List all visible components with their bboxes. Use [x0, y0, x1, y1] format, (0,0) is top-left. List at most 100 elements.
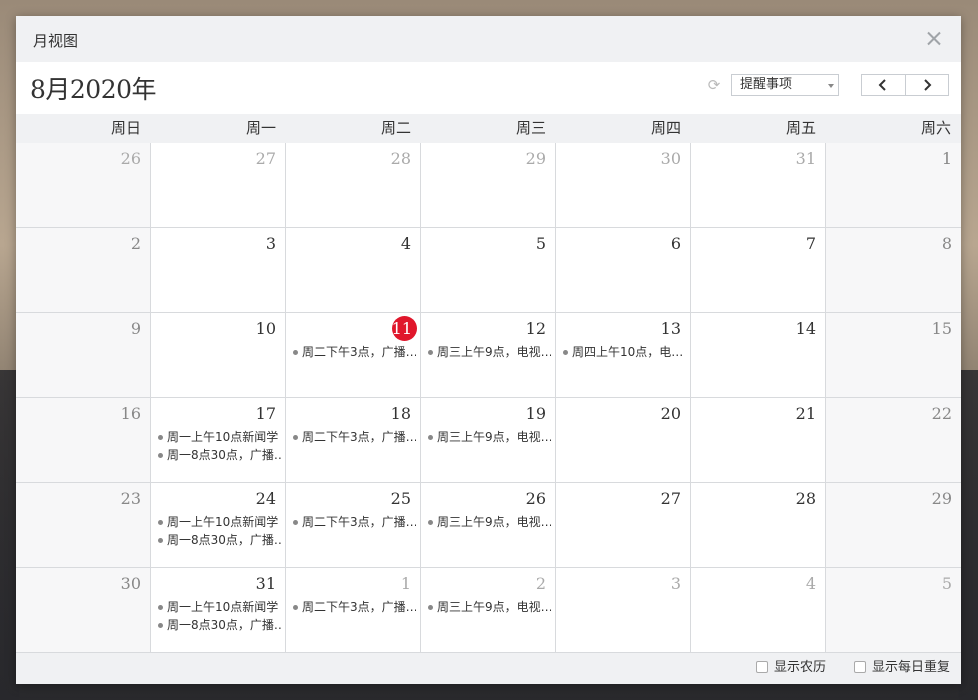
day-cell[interactable]: 29 — [421, 143, 556, 228]
day-cell[interactable]: 3 — [556, 568, 691, 653]
day-cell[interactable]: 11 周二下午3点，广播… — [286, 313, 421, 398]
day-cell[interactable]: 5 — [421, 228, 556, 313]
day-cell[interactable]: 14 — [691, 313, 826, 398]
day-number: 26 — [525, 489, 546, 508]
day-cell[interactable]: 23 — [16, 483, 151, 568]
day-cell[interactable]: 20 — [556, 398, 691, 483]
event-item[interactable]: 周一上午10点新闻学 — [157, 428, 281, 446]
day-cell[interactable]: 30 — [556, 143, 691, 228]
event-item[interactable]: 周二下午3点，广播… — [292, 513, 416, 531]
weekday-label: 周一 — [245, 119, 276, 137]
day-cell[interactable]: 28 — [691, 483, 826, 568]
weekday-label: 周五 — [785, 119, 816, 137]
event-item[interactable]: 周二下午3点，广播… — [292, 343, 416, 361]
day-cell[interactable]: 2 周三上午9点，电视… — [421, 568, 556, 653]
day-cell[interactable]: 12 周三上午9点，电视… — [421, 313, 556, 398]
day-number: 25 — [390, 489, 411, 508]
event-item[interactable]: 周二下午3点，广播… — [292, 598, 416, 616]
day-cell[interactable]: 15 — [826, 313, 961, 398]
day-number: 28 — [795, 489, 816, 508]
month-view-dialog: 月视图 8月2020年 ⟳ 提醒事项 周日 周一 周二 周三 周四 周五 周六 26 27 28… — [16, 16, 961, 684]
day-cell[interactable]: 26 周三上午9点，电视… — [421, 483, 556, 568]
event-item[interactable]: 周三上午9点，电视… — [427, 598, 551, 616]
day-number: 26 — [120, 149, 141, 168]
event-item[interactable]: 周一上午10点新闻学 — [157, 513, 281, 531]
day-cell[interactable]: 7 — [691, 228, 826, 313]
day-cell[interactable]: 13 周四上午10点，电… — [556, 313, 691, 398]
day-number: 3 — [265, 234, 276, 253]
event-item[interactable]: 周二下午3点，广播… — [292, 428, 416, 446]
event-item[interactable]: 周一上午10点新闻学 — [157, 598, 281, 616]
event-item[interactable]: 周三上午9点，电视… — [427, 343, 551, 361]
month-title: 8月2020年 — [30, 75, 157, 104]
day-cell[interactable]: 27 — [151, 143, 286, 228]
day-cell[interactable]: 5 — [826, 568, 961, 653]
day-cell[interactable]: 30 — [16, 568, 151, 653]
day-number: 31 — [255, 574, 276, 593]
month-grid: 26 27 28 29 30 31 1 2 3 4 5 6 7 8 9 10 11 周二下午3点，广播… 12 周三上… — [16, 143, 961, 653]
day-number: 19 — [525, 404, 546, 423]
event-list: 周二下午3点，广播… — [292, 598, 416, 616]
day-cell[interactable]: 26 — [16, 143, 151, 228]
day-cell[interactable]: 21 — [691, 398, 826, 483]
day-cell[interactable]: 19 周三上午9点，电视… — [421, 398, 556, 483]
event-list: 周四上午10点，电… — [562, 343, 686, 361]
day-cell[interactable]: 31 周一上午10点新闻学 周一8点30点，广播… — [151, 568, 286, 653]
day-cell[interactable]: 24 周一上午10点新闻学 周一8点30点，广播… — [151, 483, 286, 568]
day-number: 27 — [660, 489, 681, 508]
event-item[interactable]: 周一8点30点，广播… — [157, 616, 281, 634]
day-cell[interactable]: 8 — [826, 228, 961, 313]
event-list: 周三上午9点，电视… — [427, 513, 551, 531]
day-cell[interactable]: 17 周一上午10点新闻学 周一8点30点，广播… — [151, 398, 286, 483]
refresh-icon[interactable]: ⟳ — [706, 77, 722, 93]
day-cell[interactable]: 1 周二下午3点，广播… — [286, 568, 421, 653]
day-number: 28 — [390, 149, 411, 168]
day-cell[interactable]: 9 — [16, 313, 151, 398]
day-cell[interactable]: 31 — [691, 143, 826, 228]
day-number: 9 — [130, 319, 141, 338]
next-month-button[interactable] — [906, 75, 949, 95]
chevron-down-icon — [828, 84, 834, 88]
day-number: 3 — [670, 574, 681, 593]
day-cell[interactable]: 22 — [826, 398, 961, 483]
event-item[interactable]: 周一8点30点，广播… — [157, 446, 281, 464]
day-cell[interactable]: 3 — [151, 228, 286, 313]
day-number: 7 — [805, 234, 816, 253]
day-cell[interactable]: 2 — [16, 228, 151, 313]
day-cell[interactable]: 4 — [691, 568, 826, 653]
day-cell[interactable]: 4 — [286, 228, 421, 313]
day-number: 15 — [931, 319, 952, 338]
day-number: 30 — [120, 574, 141, 593]
weekday-label: 周三 — [515, 119, 546, 137]
event-item[interactable]: 周四上午10点，电… — [562, 343, 686, 361]
day-number: 24 — [255, 489, 276, 508]
day-cell[interactable]: 10 — [151, 313, 286, 398]
event-item[interactable]: 周三上午9点，电视… — [427, 428, 551, 446]
day-number: 5 — [535, 234, 546, 253]
dialog-title: 月视图 — [33, 32, 79, 50]
day-cell[interactable]: 16 — [16, 398, 151, 483]
checkbox-box[interactable] — [756, 661, 768, 673]
event-list: 周三上午9点，电视… — [427, 598, 551, 616]
calendar-header: 8月2020年 ⟳ 提醒事项 — [16, 62, 961, 114]
checkbox-box[interactable] — [854, 661, 866, 673]
day-cell[interactable]: 25 周二下午3点，广播… — [286, 483, 421, 568]
day-number: 12 — [525, 319, 546, 338]
close-icon[interactable] — [923, 28, 945, 50]
event-type-select-value: 提醒事项 — [740, 77, 793, 92]
day-number: 16 — [120, 404, 141, 423]
weekday-label: 周六 — [920, 119, 951, 137]
event-list: 周三上午9点，电视… — [427, 343, 551, 361]
day-cell[interactable]: 29 — [826, 483, 961, 568]
day-cell[interactable]: 28 — [286, 143, 421, 228]
day-cell[interactable]: 6 — [556, 228, 691, 313]
event-item[interactable]: 周三上午9点，电视… — [427, 513, 551, 531]
show-daily-repeat-label: 显示每日重复 — [872, 660, 951, 675]
day-number: 31 — [795, 149, 816, 168]
day-cell[interactable]: 1 — [826, 143, 961, 228]
day-cell[interactable]: 27 — [556, 483, 691, 568]
day-cell[interactable]: 18 周二下午3点，广播… — [286, 398, 421, 483]
prev-month-button[interactable] — [862, 75, 906, 95]
event-item[interactable]: 周一8点30点，广播… — [157, 531, 281, 549]
event-type-select[interactable]: 提醒事项 — [731, 74, 839, 96]
